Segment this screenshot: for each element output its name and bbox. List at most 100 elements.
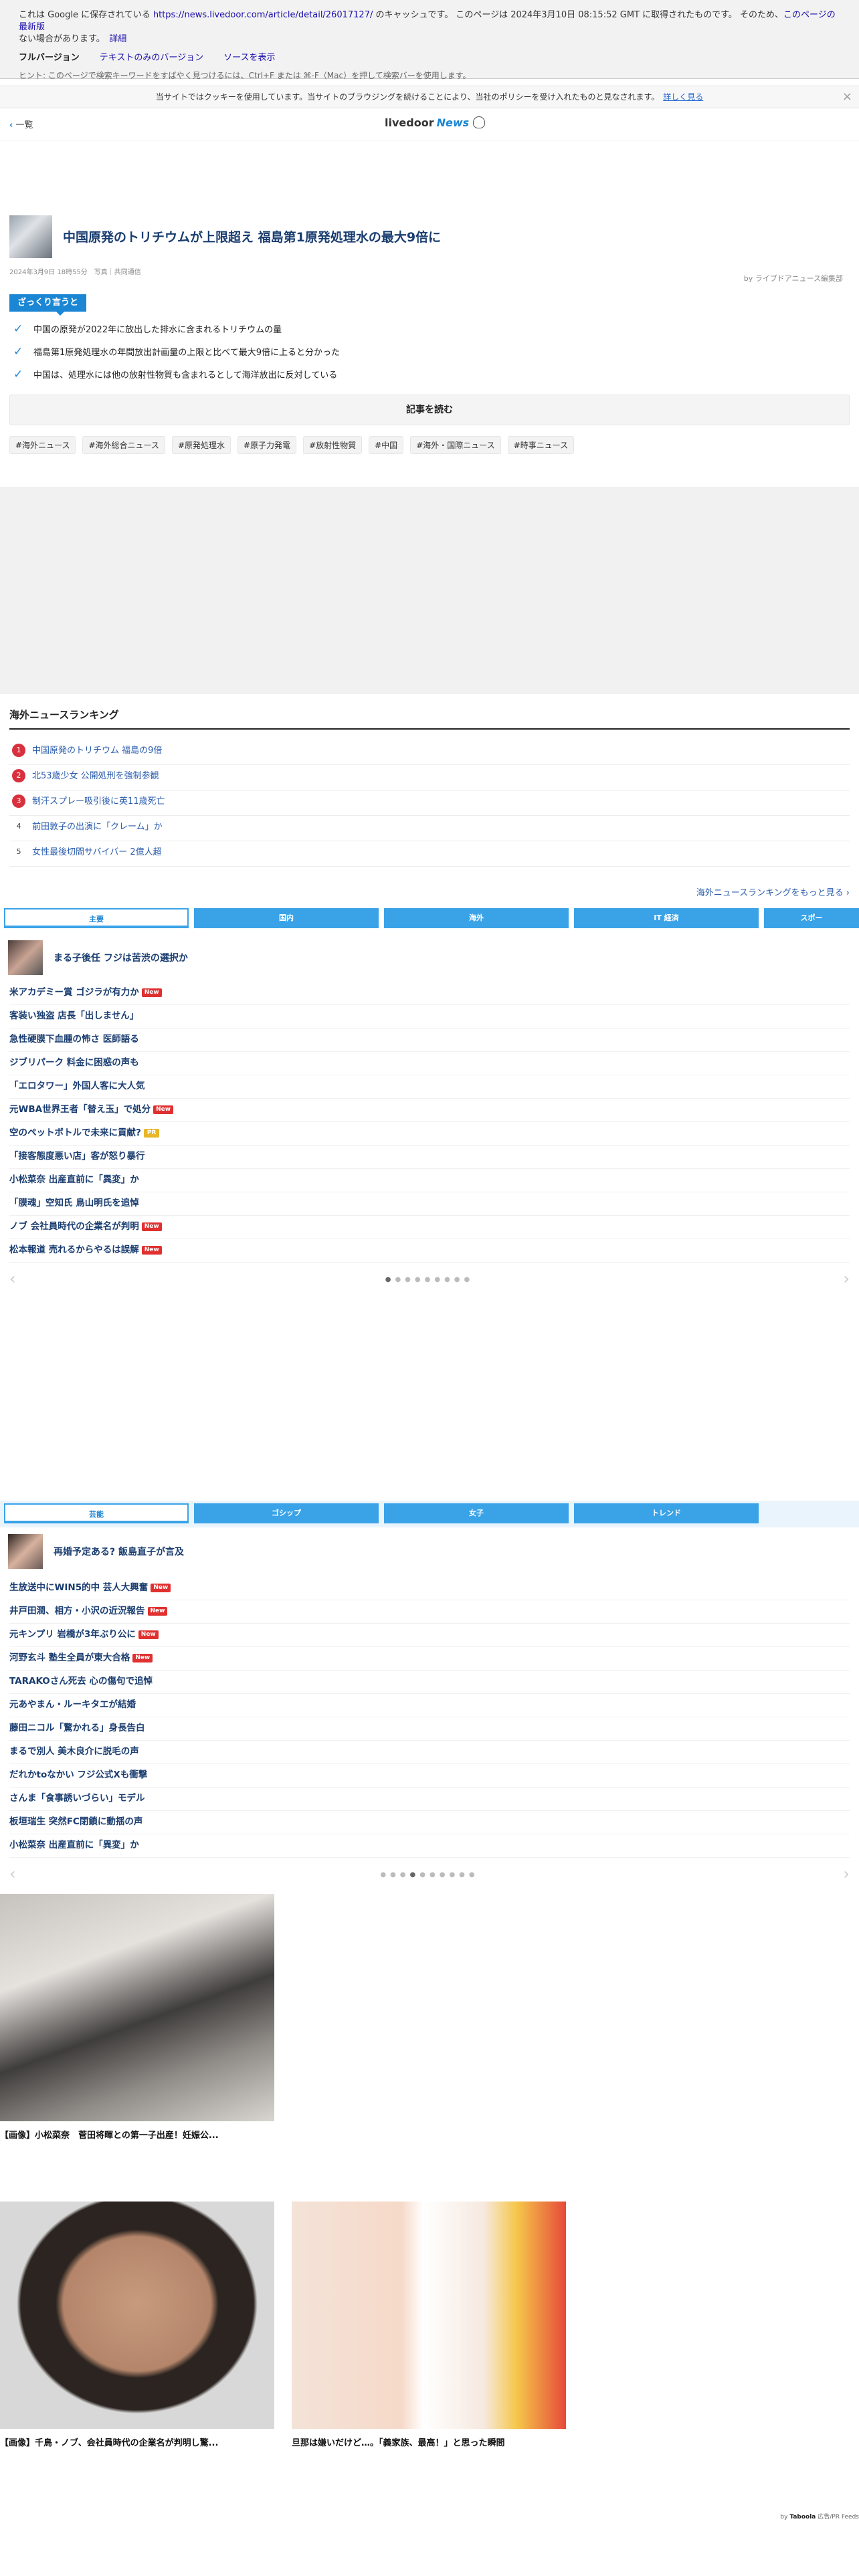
- carousel-prev-icon[interactable]: ‹: [9, 1864, 16, 1883]
- tag-link[interactable]: #中国: [369, 436, 404, 454]
- view-source-link[interactable]: ソースを表示: [223, 53, 275, 63]
- headline-text: 小松菜奈 出産直前に「異変」か: [9, 1174, 139, 1185]
- new-badge: New: [132, 1654, 153, 1662]
- headline-text: さんま「食事誘いづらい」モデル: [9, 1793, 145, 1804]
- headline-item[interactable]: 井戸田潤、相方・小沢の近況報告 New: [9, 1600, 850, 1624]
- tab-domestic[interactable]: 国内: [194, 908, 379, 928]
- ranking-item[interactable]: 4 前田敦子の出演に「クレーム」か: [9, 816, 850, 841]
- summary-point: ✓ 中国の原発が2022年に放出した排水に含まれるトリチウムの量: [13, 322, 282, 336]
- ranking-item[interactable]: 1 中国原発のトリチウム 福島の9倍: [9, 740, 850, 765]
- carousel-next-icon[interactable]: ›: [843, 1864, 850, 1883]
- headline-item[interactable]: 元キンプリ 岩橋が3年ぶり公に New: [9, 1624, 850, 1647]
- ranking-title: 海外ニュースランキング: [9, 708, 850, 730]
- headline-item[interactable]: 小松菜奈 出産直前に「異変」か: [9, 1169, 850, 1192]
- tab-trend[interactable]: トレンド: [574, 1503, 759, 1523]
- news-tabs-main: 主要 国内 海外 IT 経済 スポー: [0, 905, 859, 932]
- tag-link[interactable]: #原発処理水: [171, 436, 231, 454]
- headline-text: 藤田ニコル「驚かれる」身長告白: [9, 1723, 145, 1733]
- recommended-card[interactable]: 【画像】千鳥・ノブ、会社員時代の企業名が判明し驚...: [0, 2202, 274, 2448]
- carousel-dots[interactable]: ●●●●●●●●●: [0, 1276, 859, 1283]
- headline-item[interactable]: まるで別人 美木良介に脱毛の声: [9, 1741, 850, 1764]
- ad-placeholder: [0, 487, 859, 694]
- headline-item[interactable]: 元WBA世界王者「替え玉」で処分 New: [9, 1099, 850, 1122]
- card-image: [0, 1894, 274, 2121]
- ranking-list: 1 中国原発のトリチウム 福島の9倍 2 北53歳少女 公開処刑を強制参観 3 制汗ス…: [9, 740, 850, 867]
- check-icon: ✓: [13, 322, 23, 336]
- article-byline: by ライブドアニュース編集部: [743, 274, 843, 283]
- headline-text: ジブリパーク 料金に困惑の声も: [9, 1057, 139, 1068]
- headline-item[interactable]: 急性硬膜下血腫の怖さ 医師語る: [9, 1029, 850, 1052]
- headline-item[interactable]: 藤田ニコル「驚かれる」身長告白: [9, 1717, 850, 1741]
- headline-text: だれかtoなかい フジ公式Xも衝撃: [9, 1769, 148, 1780]
- details-link[interactable]: 詳細: [109, 34, 126, 44]
- headline-item[interactable]: ジブリパーク 料金に困惑の声も: [9, 1052, 850, 1075]
- headline-item[interactable]: 板垣瑞生 突然FC閉鎖に動揺の声: [9, 1811, 850, 1834]
- headline-text: 元キンプリ 岩橋が3年ぶり公に: [9, 1629, 136, 1640]
- headline-text: 元あやまん・ルーキタエが結婚: [9, 1699, 136, 1710]
- tag-link[interactable]: #海外総合ニュース: [82, 436, 165, 454]
- headline-text: 井戸田潤、相方・小沢の近況報告: [9, 1606, 145, 1616]
- headline-text: 板垣瑞生 突然FC閉鎖に動揺の声: [9, 1816, 143, 1827]
- recommended-card[interactable]: 【画像】小松菜奈 菅田将暉との第一子出産！妊娠公...: [0, 1894, 274, 2141]
- summary-label: ざっくり言うと: [9, 294, 87, 316]
- headline-item[interactable]: TARAKOさん死去 心の傷句で追悼: [9, 1671, 850, 1694]
- carousel-dots[interactable]: ●●●●●●●●●●: [0, 1871, 859, 1879]
- tag-link[interactable]: #時事ニュース: [507, 436, 575, 454]
- tag-link[interactable]: #放射性物質: [303, 436, 363, 454]
- taboola-credit[interactable]: by Taboola 広告/PR Feeds: [780, 2512, 859, 2520]
- ranking-item[interactable]: 3 制汗スプレー吸引後に英11歳死亡: [9, 790, 850, 816]
- tab-overseas[interactable]: 海外: [384, 908, 569, 928]
- ranking-item[interactable]: 2 北53歳少女 公開処刑を強制参観: [9, 765, 850, 790]
- tab-women[interactable]: 女子: [384, 1503, 569, 1523]
- headline-item[interactable]: 元あやまん・ルーキタエが結婚: [9, 1694, 850, 1717]
- headline-item[interactable]: だれかtoなかい フジ公式Xも衝撃: [9, 1764, 850, 1788]
- headline-item[interactable]: 「膜魂」空知氏 鳥山明氏を追悼: [9, 1192, 850, 1216]
- card-image: [292, 2202, 566, 2429]
- headline-list-entertainment: 生放送中にWIN5的中 芸人大興奮 New 井戸田潤、相方・小沢の近況報告 New 元キ…: [9, 1577, 850, 1858]
- headline-item[interactable]: さんま「食事誘いづらい」モデル: [9, 1788, 850, 1811]
- text-only-link[interactable]: テキストのみのバージョン: [100, 53, 203, 63]
- headline-item[interactable]: 河野玄斗 塾生全員が東大合格 New: [9, 1647, 850, 1671]
- tab-entertainment[interactable]: 芸能: [4, 1503, 189, 1523]
- read-article-button[interactable]: 記事を読む: [9, 395, 850, 425]
- livedoor-news-logo[interactable]: livedoor News: [385, 116, 486, 129]
- ranking-item[interactable]: 5 女性最後切問サバイバー 2億人超: [9, 841, 850, 867]
- tag-link[interactable]: #海外ニュース: [9, 436, 76, 454]
- back-to-list-button[interactable]: ‹ 一覧: [9, 118, 33, 130]
- headline-item[interactable]: 「エロタワー」外国人客に大人気: [9, 1075, 850, 1099]
- carousel-next-icon[interactable]: ›: [843, 1269, 850, 1288]
- headline-item[interactable]: 「接客態度悪い店」客が怒り暴行: [9, 1146, 850, 1169]
- tab-it-economy[interactable]: IT 経済: [574, 908, 759, 928]
- headline-item[interactable]: 空のペットボトルで未来に貢献? PR: [9, 1122, 850, 1146]
- headline-item[interactable]: 米アカデミー賞 ゴジラが有力か New: [9, 982, 850, 1005]
- headline-text: 客装い独盗 店長「出しません」: [9, 1010, 139, 1021]
- card-image: [0, 2202, 274, 2429]
- headline-item[interactable]: 生放送中にWIN5的中 芸人大興奮 New: [9, 1577, 850, 1600]
- check-icon: ✓: [13, 368, 23, 381]
- carousel-prev-icon[interactable]: ‹: [9, 1269, 16, 1288]
- tab-gossip[interactable]: ゴシップ: [194, 1503, 379, 1523]
- tag-link[interactable]: #海外・国際ニュース: [410, 436, 501, 454]
- cookie-notice: 当サイトではクッキーを使用しています。当サイトのブラウジングを続けることにより、…: [0, 86, 859, 108]
- headline-text: 河野玄斗 塾生全員が東大合格: [9, 1652, 130, 1663]
- close-icon[interactable]: ×: [842, 86, 852, 108]
- headline-item[interactable]: 小松菜奈 出産直前に「異変」か: [9, 1834, 850, 1858]
- headline-item[interactable]: ノブ 会社員時代の企業名が判明 New: [9, 1216, 850, 1239]
- cookie-more-link[interactable]: 詳しく見る: [663, 92, 703, 102]
- recommended-card[interactable]: 旦那は嫌いだけど…。「義家族、最高！」と思った瞬間: [292, 2202, 566, 2448]
- headline-text: 急性硬膜下血腫の怖さ 医師語る: [9, 1034, 139, 1045]
- tag-link[interactable]: #原子力発電: [237, 436, 297, 454]
- tab-main[interactable]: 主要: [4, 908, 189, 928]
- tab-sports[interactable]: スポー: [764, 908, 859, 928]
- headline-text: 「エロタワー」外国人客に大人気: [9, 1081, 145, 1091]
- headline-list-main: 米アカデミー賞 ゴジラが有力か New 客装い独盗 店長「出しません」 急性硬膜下血腫…: [9, 982, 850, 1263]
- site-header: ‹ 一覧 livedoor News: [0, 108, 859, 140]
- pr-badge: PR: [143, 1129, 160, 1138]
- ranking-more-link[interactable]: 海外ニュースランキングをもっと見る ›: [696, 885, 850, 898]
- headline-text: 「膜魂」空知氏 鳥山明氏を追悼: [9, 1198, 139, 1208]
- news-tabs-entertainment: 芸能 ゴシップ 女子 トレンド: [0, 1501, 859, 1527]
- cached-url-link[interactable]: https://news.livedoor.com/article/detail…: [153, 10, 373, 20]
- headline-item[interactable]: 松本報道 売れるからやるは誤解 New: [9, 1239, 850, 1263]
- cat-mascot-icon: [473, 116, 486, 128]
- headline-item[interactable]: 客装い独盗 店長「出しません」: [9, 1005, 850, 1029]
